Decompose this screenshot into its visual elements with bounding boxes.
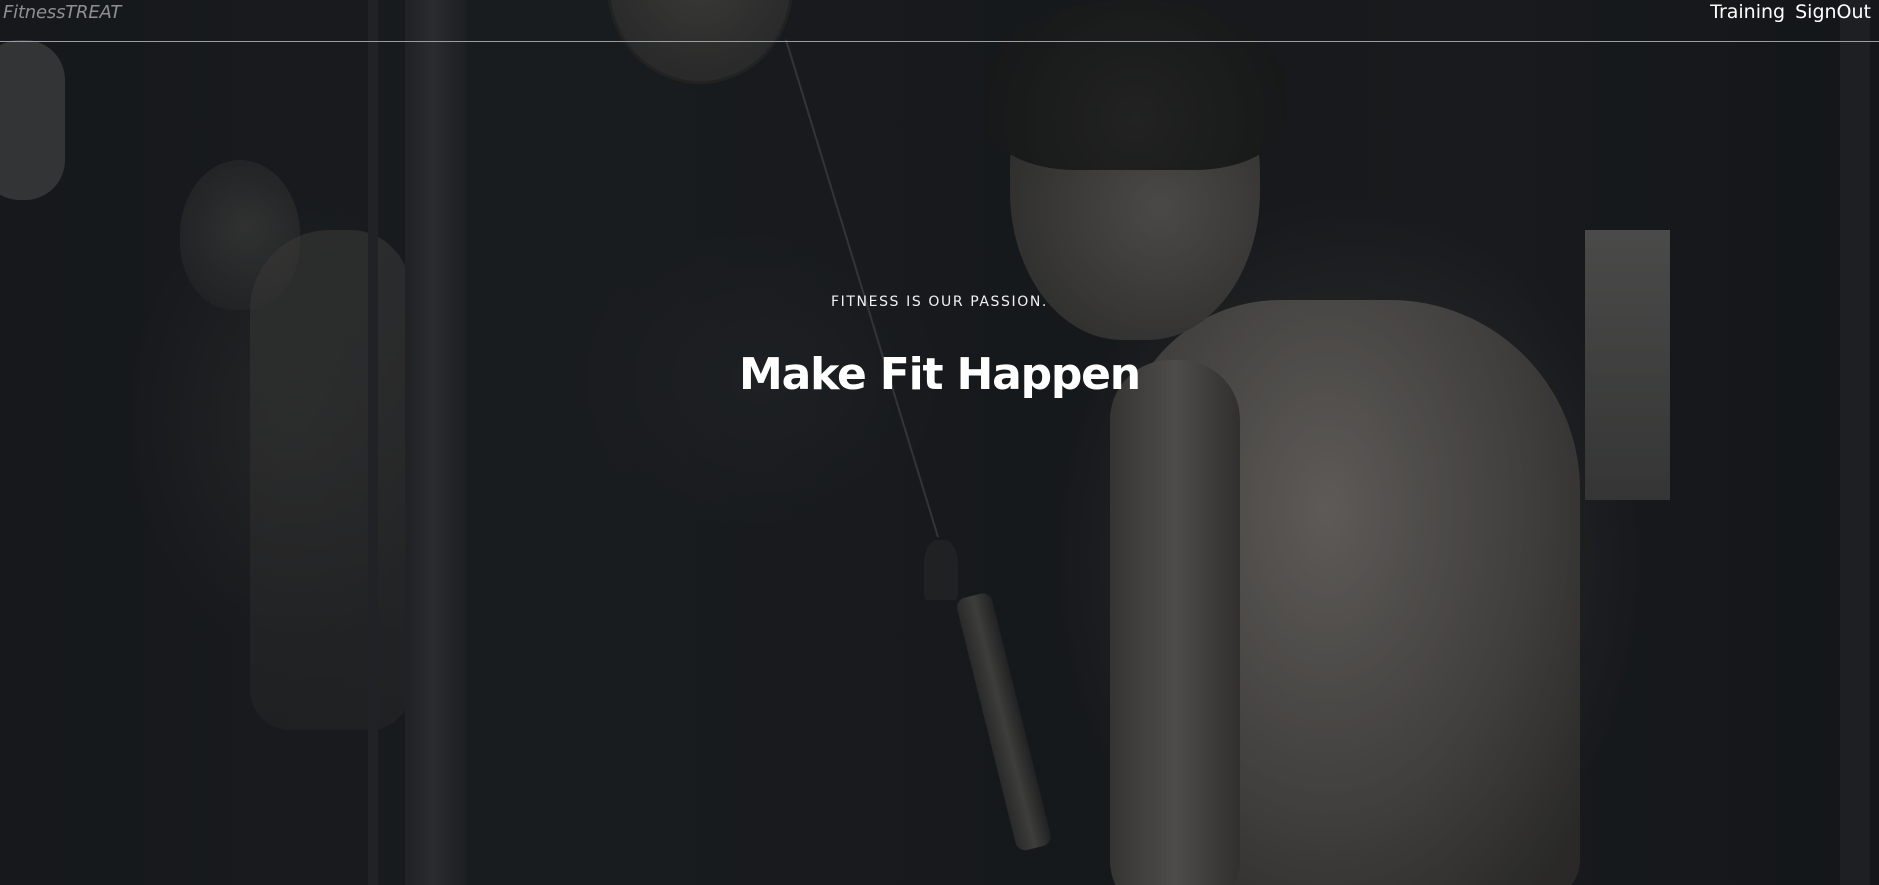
hero-dark-overlay <box>0 0 1879 885</box>
brand-logo-link[interactable]: FitnessTREAT <box>3 2 121 23</box>
top-navbar: FitnessTREAT Training SignOut <box>0 0 1879 42</box>
hero-tagline: FITNESS IS OUR PASSION. <box>831 294 1048 310</box>
nav-links: Training SignOut <box>1710 1 1871 23</box>
hero-headline: Make Fit Happen <box>739 349 1141 400</box>
landing-page: FitnessTREAT Training SignOut FITNESS IS… <box>0 0 1879 885</box>
nav-link-training[interactable]: Training <box>1710 1 1785 23</box>
nav-link-signout[interactable]: SignOut <box>1795 1 1871 23</box>
